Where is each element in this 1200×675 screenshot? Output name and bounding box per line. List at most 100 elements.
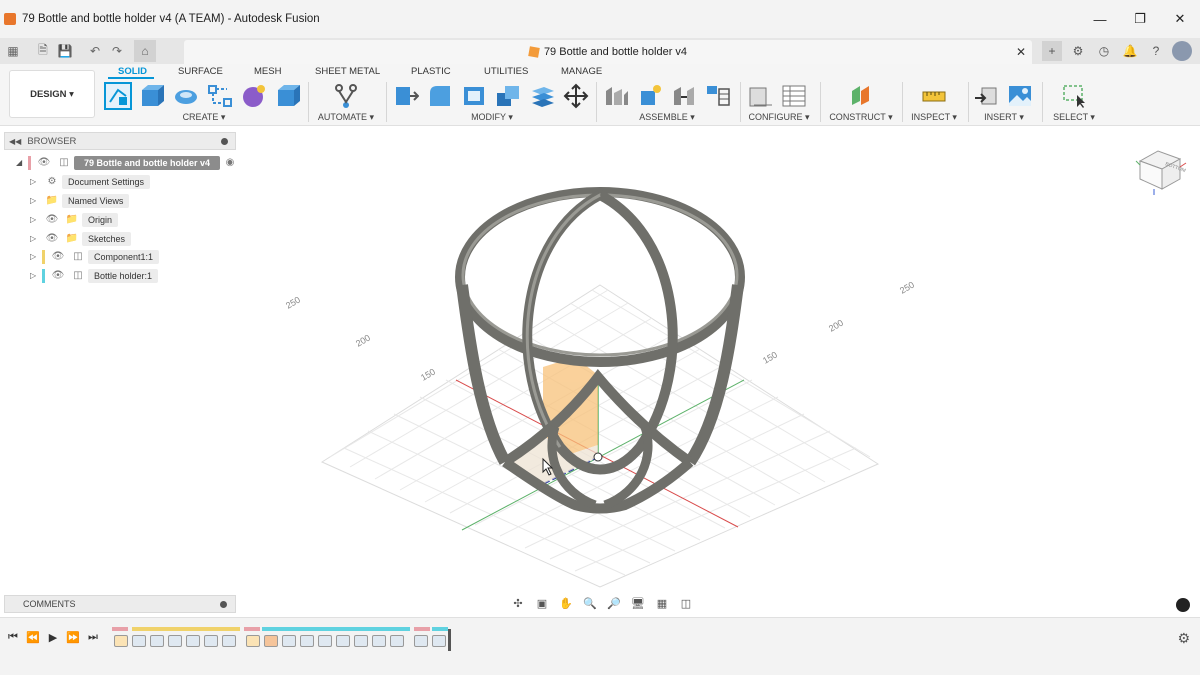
as-built-joint-icon[interactable] [670, 83, 698, 109]
restore-icon[interactable]: ❐ [1120, 0, 1160, 38]
assemble-menu[interactable]: ASSEMBLE ▾ [602, 112, 732, 123]
move-icon[interactable] [562, 83, 590, 109]
revolve-icon[interactable] [172, 83, 200, 109]
select-icon[interactable] [1060, 83, 1088, 109]
timeline-feature[interactable] [432, 635, 446, 647]
document-tab[interactable]: 79 Bottle and bottle holder v4 ✕ [184, 40, 1032, 64]
modify-menu[interactable]: MODIFY ▾ [392, 112, 592, 123]
save-icon[interactable]: 💾 [54, 40, 76, 62]
collapse-icon[interactable]: ◀◀ [9, 137, 21, 146]
origin-point[interactable] [593, 452, 603, 462]
fillet-icon[interactable] [426, 83, 454, 109]
insert-derive-icon[interactable] [972, 83, 1000, 109]
tab-sheet-metal[interactable]: SHEET METAL [315, 66, 380, 77]
offset-face-icon[interactable] [528, 83, 556, 109]
insert-image-icon[interactable] [1006, 83, 1034, 109]
tab-surface[interactable]: SURFACE [178, 66, 223, 77]
job-status-icon[interactable]: ◷ [1094, 41, 1114, 61]
automate-icon[interactable] [332, 83, 360, 109]
configure-menu[interactable]: CONFIGURE ▾ [746, 112, 812, 123]
new-component-icon[interactable] [602, 83, 630, 109]
viewport-canvas[interactable]: 250 200 150 250 200 150 BOTTOM [0, 127, 1200, 617]
eye-hidden-icon[interactable]: 👁 [51, 251, 65, 263]
expand-arrow-icon[interactable]: ▷ [30, 234, 42, 243]
status-indicator-icon[interactable] [1176, 598, 1190, 612]
tab-plastic[interactable]: PLASTIC [411, 66, 451, 77]
timeline-feature[interactable] [246, 635, 260, 647]
timeline-feature[interactable] [372, 635, 386, 647]
step-back-icon[interactable]: ⏪ [26, 630, 40, 644]
eye-icon[interactable]: 👁 [51, 270, 65, 282]
tab-utilities[interactable]: UTILITIES [484, 66, 528, 77]
timeline-feature[interactable] [390, 635, 404, 647]
configuration-table-icon[interactable] [780, 83, 808, 109]
timeline-feature[interactable] [282, 635, 296, 647]
timeline-marker[interactable] [448, 629, 451, 651]
expand-arrow-icon[interactable]: ▷ [30, 252, 42, 261]
timeline-feature[interactable] [222, 635, 236, 647]
timeline-feature[interactable] [354, 635, 368, 647]
notifications-icon[interactable]: 🔔 [1120, 41, 1140, 61]
automate-menu[interactable]: AUTOMATE ▾ [314, 112, 378, 123]
measure-icon[interactable] [920, 83, 948, 109]
undo-icon[interactable]: ↶ [84, 40, 106, 62]
zoom-icon[interactable]: 🔍 [580, 595, 600, 611]
tab-solid[interactable]: SOLID [118, 66, 147, 77]
browser-item-sketches[interactable]: ▷ 👁 📁 Sketches [30, 230, 132, 247]
grid-settings-icon[interactable]: ▦ [652, 595, 672, 611]
look-at-icon[interactable]: ▣ [532, 595, 552, 611]
create-sketch-icon[interactable] [104, 82, 132, 110]
display-settings-icon[interactable]: 🖥 [628, 595, 648, 611]
file-menu-icon[interactable]: 🗎 [32, 40, 54, 62]
viewports-icon[interactable]: ◫ [676, 595, 696, 611]
combine-icon[interactable] [494, 83, 522, 109]
eye-hidden-icon[interactable]: 👁 [45, 214, 59, 226]
extensions-icon[interactable]: ⚙ [1068, 41, 1088, 61]
joint-origin-icon[interactable] [704, 83, 732, 109]
browser-item-bottle-holder[interactable]: ▷ 👁 ◫ Bottle holder:1 [30, 267, 159, 284]
expand-arrow-icon[interactable]: ▷ [30, 215, 42, 224]
press-pull-icon[interactable] [392, 83, 420, 109]
comments-add-icon[interactable] [220, 600, 227, 608]
select-menu[interactable]: SELECT ▾ [1046, 112, 1102, 123]
pin-icon[interactable] [221, 137, 228, 145]
timeline-feature[interactable] [150, 635, 164, 647]
step-forward-icon[interactable]: ⏩ [66, 630, 80, 644]
construct-menu[interactable]: CONSTRUCT ▾ [826, 112, 896, 123]
comments-panel[interactable]: COMMENTS [4, 595, 236, 613]
redo-icon[interactable]: ↷ [106, 40, 128, 62]
help-icon[interactable]: ? [1146, 41, 1166, 61]
joint-icon[interactable] [636, 83, 664, 109]
go-to-end-icon[interactable]: ⏭ [86, 630, 100, 644]
activate-radio-icon[interactable]: ◉ [223, 157, 237, 169]
pan-icon[interactable]: ✋ [556, 595, 576, 611]
timeline-feature[interactable] [336, 635, 350, 647]
model-viewport[interactable]: 250 200 150 250 200 150 [0, 127, 1200, 617]
tab-close-icon[interactable]: ✕ [1016, 45, 1026, 59]
go-to-start-icon[interactable]: ⏮ [6, 630, 20, 644]
browser-item-document-settings[interactable]: ▷ ⚙ Document Settings [30, 173, 151, 190]
timeline-feature[interactable] [132, 635, 146, 647]
apps-grid-icon[interactable]: ▦ [2, 40, 24, 62]
timeline-feature[interactable] [264, 635, 278, 647]
configure-icon[interactable] [746, 83, 774, 109]
expand-arrow-icon[interactable]: ▷ [30, 177, 42, 186]
timeline-feature[interactable] [300, 635, 314, 647]
new-tab-icon[interactable]: + [1042, 41, 1062, 61]
expand-arrow-icon[interactable]: ▷ [30, 271, 42, 280]
insert-menu[interactable]: INSERT ▾ [972, 112, 1036, 123]
tab-manage[interactable]: MANAGE [561, 66, 602, 77]
browser-root-item[interactable]: ◢ 👁 ◫ 79 Bottle and bottle holder v4 ◉ [16, 154, 240, 171]
extrude-icon[interactable] [138, 83, 166, 109]
timeline-feature[interactable] [204, 635, 218, 647]
eye-icon[interactable]: 👁 [37, 157, 51, 169]
workspace-switcher-button[interactable]: DESIGN ▾ [9, 70, 95, 118]
play-icon[interactable]: ▶ [46, 630, 60, 644]
browser-item-component1[interactable]: ▷ 👁 ◫ Component1:1 [30, 248, 160, 265]
create-menu[interactable]: CREATE ▾ [104, 112, 304, 123]
timeline-feature[interactable] [114, 635, 128, 647]
timeline-feature[interactable] [318, 635, 332, 647]
collapse-arrow-icon[interactable]: ◢ [16, 158, 28, 167]
orbit-icon[interactable]: ✣ [508, 595, 528, 611]
browser-header[interactable]: ◀◀ BROWSER [4, 132, 236, 150]
